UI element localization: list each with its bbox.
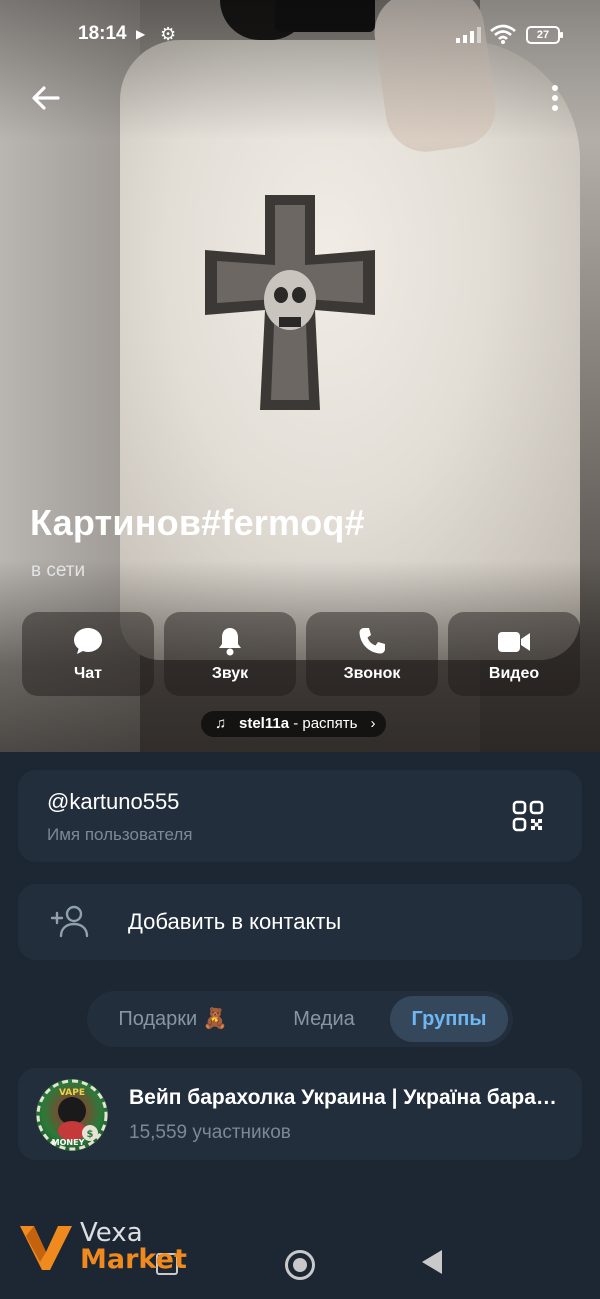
- profile-music-pill[interactable]: ♫ stel11a - распять ›: [201, 711, 386, 737]
- bell-icon: [219, 628, 241, 656]
- tab-gifts[interactable]: Подарки 🧸: [99, 996, 247, 1042]
- more-options-icon[interactable]: [540, 80, 570, 116]
- chevron-right-icon: ›: [370, 715, 376, 732]
- shirt-print-cross: [205, 195, 375, 410]
- list-item[interactable]: VAPE MONEY $ Вейп барахолка Украина | Ук…: [18, 1068, 582, 1160]
- add-contact-label: Добавить в контакты: [128, 909, 342, 934]
- video-button[interactable]: Видео: [448, 612, 580, 696]
- group-avatar: VAPE MONEY $: [36, 1079, 108, 1151]
- tab-groups[interactable]: Группы: [390, 996, 508, 1042]
- music-note-icon: ♫: [215, 715, 227, 732]
- wifi-icon: [490, 24, 516, 44]
- profile-name: Картинов#fermoq#: [30, 502, 365, 543]
- sound-button-label: Звук: [211, 665, 249, 682]
- status-time: 18:14: [78, 23, 127, 44]
- group-avatar-art: VAPE MONEY $: [36, 1079, 108, 1151]
- battery-indicator: 27: [526, 26, 563, 44]
- profile-tabs: Подарки 🧸 Медиа Группы: [87, 991, 513, 1047]
- tab-media[interactable]: Медиа: [265, 996, 383, 1042]
- svg-text:$: $: [87, 1129, 94, 1140]
- music-artist: stel11a: [239, 715, 290, 732]
- status-bar: 18:14 ▶ ⚙ 27: [0, 18, 600, 52]
- svg-text:VAPE: VAPE: [59, 1088, 85, 1098]
- chat-button-label: Чат: [74, 665, 102, 682]
- chat-bubble-icon: [74, 628, 102, 654]
- video-camera-icon: [498, 632, 530, 652]
- signal-icon: [456, 27, 481, 43]
- group-title: Вейп барахолка Украина | Україна барахол…: [129, 1086, 559, 1109]
- back-arrow-icon[interactable]: [28, 80, 64, 116]
- gear-icon: ⚙: [160, 24, 177, 44]
- sound-button[interactable]: Звук: [164, 612, 296, 696]
- call-button[interactable]: Звонок: [306, 612, 438, 696]
- username-label: Имя пользователя: [47, 825, 193, 844]
- chat-button[interactable]: Чат: [22, 612, 154, 696]
- add-person-icon: [50, 905, 89, 938]
- play-indicator-icon: ▶: [136, 27, 146, 41]
- qr-code-icon[interactable]: [512, 800, 544, 832]
- video-button-label: Видео: [488, 665, 540, 682]
- group-members-count: 15,559 участников: [129, 1122, 291, 1143]
- profile-presence: в сети: [31, 560, 86, 581]
- call-button-label: Звонок: [343, 665, 401, 682]
- svg-text:MONEY: MONEY: [52, 1138, 85, 1147]
- username-card[interactable]: @kartuno555 Имя пользователя: [18, 770, 582, 862]
- system-back-icon[interactable]: [422, 1250, 442, 1274]
- add-contact-button[interactable]: Добавить в контакты: [18, 884, 582, 960]
- watermark-logo: Vexa Market: [18, 1218, 218, 1282]
- username-value[interactable]: @kartuno555: [47, 789, 179, 815]
- music-title: - распять: [289, 715, 358, 732]
- watermark-line-2: Market: [80, 1244, 187, 1275]
- profile-actions: Чат Звук Звонок Видео: [22, 612, 580, 696]
- vexa-logo-icon: [20, 1226, 72, 1270]
- phone-icon: [359, 628, 385, 654]
- home-icon[interactable]: [285, 1250, 315, 1280]
